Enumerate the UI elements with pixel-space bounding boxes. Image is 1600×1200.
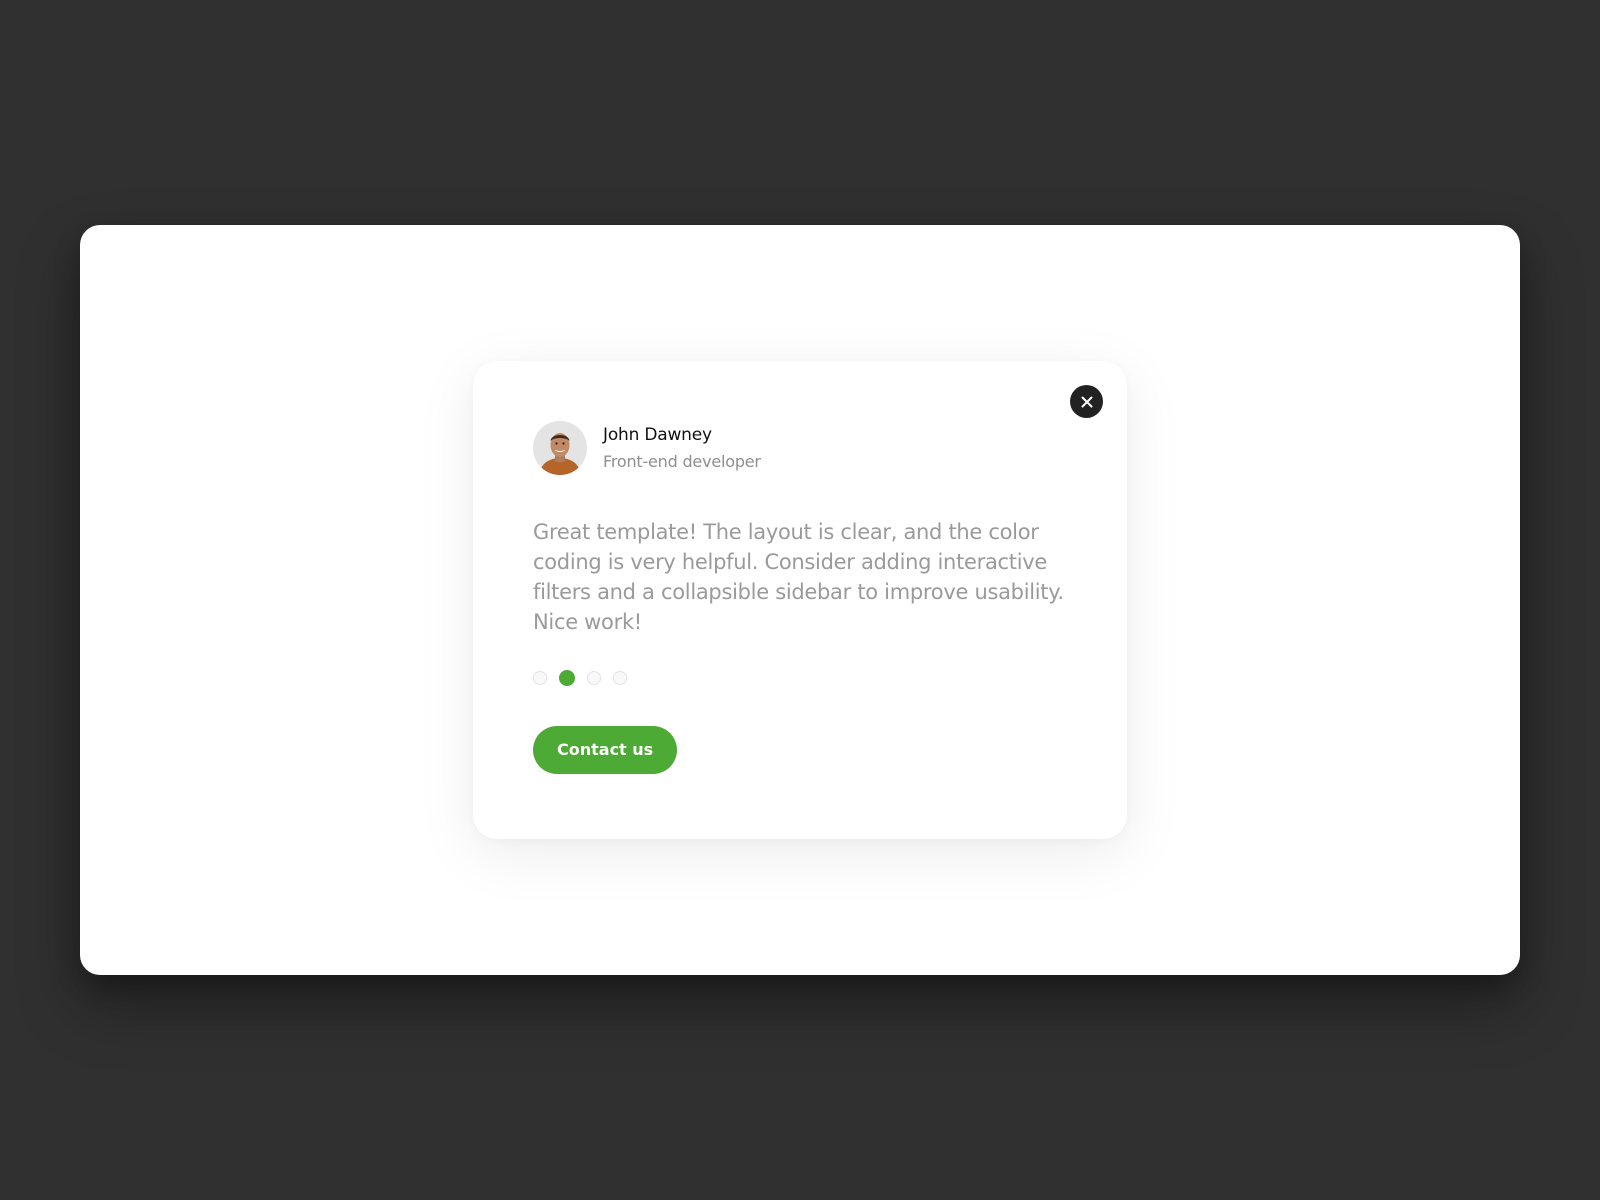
- author-name: John Dawney: [603, 424, 712, 445]
- app-frame: John Dawney Front-end developer Great te…: [80, 225, 1520, 975]
- avatar-image: [533, 421, 587, 475]
- pagination-dot-4[interactable]: [613, 671, 627, 685]
- pagination-dot-1[interactable]: [533, 671, 547, 685]
- testimonial-quote: Great template! The layout is clear, and…: [533, 520, 1064, 634]
- avatar: [533, 421, 587, 475]
- author-profile: John Dawney Front-end developer: [533, 421, 1067, 475]
- close-icon: [1081, 396, 1092, 407]
- contact-us-button[interactable]: Contact us: [533, 726, 678, 774]
- testimonial-card: John Dawney Front-end developer Great te…: [473, 361, 1127, 839]
- pagination-dot-3[interactable]: [587, 671, 601, 685]
- carousel-pagination: [533, 670, 1067, 686]
- pagination-dot-2-active[interactable]: [559, 670, 575, 686]
- close-button[interactable]: [1070, 385, 1103, 418]
- author-role: Front-end developer: [603, 451, 761, 471]
